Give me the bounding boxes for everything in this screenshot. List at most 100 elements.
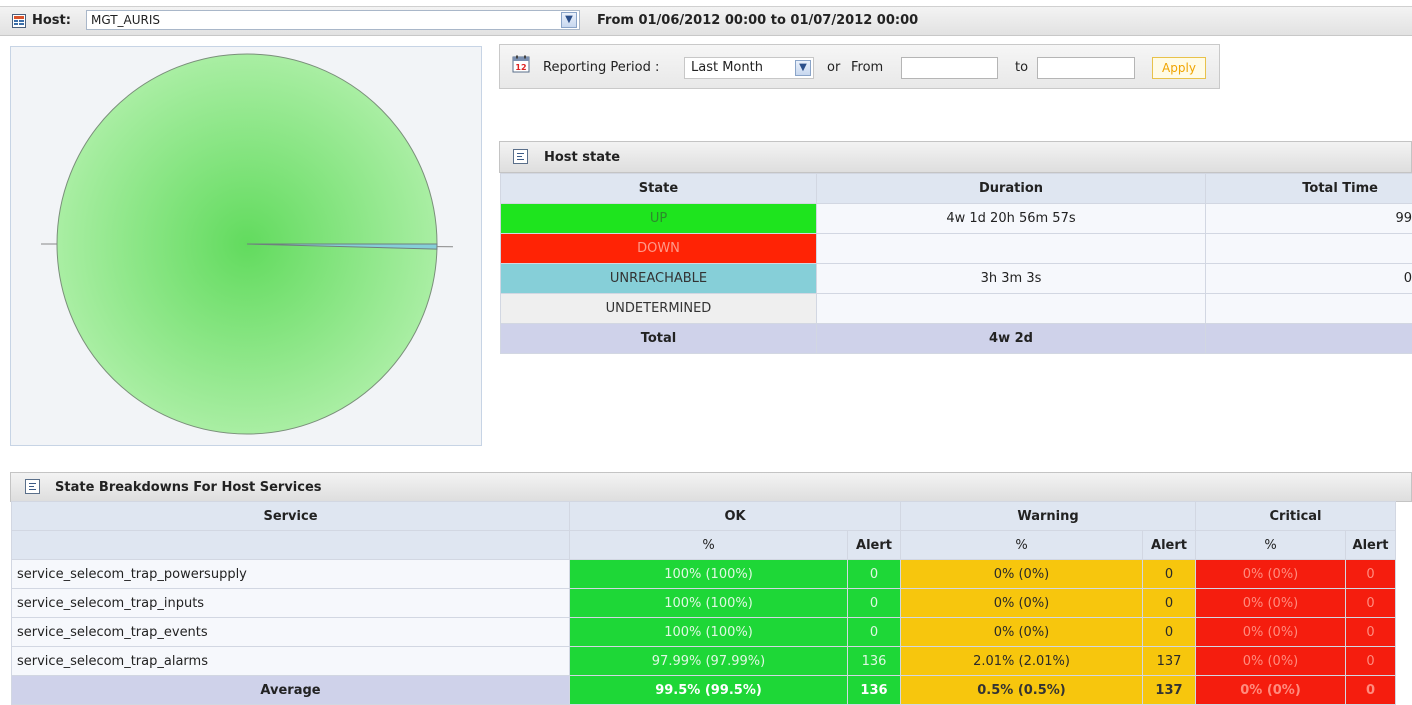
crit-pct: 0% (0%): [1196, 647, 1346, 676]
host-label: Host:: [32, 13, 71, 28]
service-row: service_selecom_trap_powersupply100% (10…: [12, 560, 1412, 589]
service-name: service_selecom_trap_events: [12, 618, 570, 647]
average-crit-pct: 0% (0%): [1196, 676, 1346, 705]
host-state-row: UNREACHABLE3h 3m 3s0: [501, 264, 1412, 294]
sub-header-row: % Alert % Alert % Alert: [12, 531, 1412, 560]
average-warn-alert: 137: [1143, 676, 1196, 705]
period-range-text: From 01/06/2012 00:00 to 01/07/2012 00:0…: [597, 13, 918, 28]
service-name: service_selecom_trap_inputs: [12, 589, 570, 618]
state-cell: UNDETERMINED: [501, 294, 817, 324]
ok-pct: 97.99% (97.99%): [570, 647, 848, 676]
sub-header-ok-alert: Alert: [848, 531, 901, 560]
state-cell: DOWN: [501, 234, 817, 264]
ok-pct: 100% (100%): [570, 589, 848, 618]
reporting-period-select[interactable]: Last Month ▼: [684, 57, 814, 79]
or-label: or: [827, 60, 840, 75]
to-date-input[interactable]: [1037, 57, 1135, 79]
total-time-cell: [1206, 234, 1412, 264]
state-cell: UNREACHABLE: [501, 264, 817, 294]
crit-pct: 0% (0%): [1196, 560, 1346, 589]
from-label: From: [851, 60, 883, 75]
host-state-row: UNDETERMINED: [501, 294, 1412, 324]
warn-alert: 0: [1143, 560, 1196, 589]
sub-header-warn-alert: Alert: [1143, 531, 1196, 560]
row-spacer: [1396, 676, 1412, 705]
average-ok-pct: 99.5% (99.5%): [570, 676, 848, 705]
svg-text:12: 12: [515, 63, 526, 72]
total-time-cell: [1206, 294, 1412, 324]
header-spacer: [1396, 531, 1412, 560]
sub-header-ok-pct: %: [570, 531, 848, 560]
total-time-cell: 99: [1206, 204, 1412, 234]
state-breakdowns-title: State Breakdowns For Host Services: [55, 480, 322, 495]
host-state-total-row: Total 4w 2d: [501, 324, 1412, 354]
warn-alert: 0: [1143, 618, 1196, 647]
total-label: Total: [501, 324, 817, 354]
crit-alert: 0: [1346, 560, 1396, 589]
host-toolbar: Host: MGT_AURIS ▼ From 01/06/2012 00:00 …: [0, 6, 1412, 36]
reporting-period-value: Last Month: [691, 60, 763, 75]
sub-header-crit-alert: Alert: [1346, 531, 1396, 560]
ok-alert: 0: [848, 618, 901, 647]
host-state-pie-panel: [10, 46, 482, 446]
report-icon: [12, 14, 26, 28]
service-name: service_selecom_trap_alarms: [12, 647, 570, 676]
host-state-header-row: State Duration Total Time: [501, 174, 1412, 204]
total-time: [1206, 324, 1412, 354]
average-label: Average: [12, 676, 570, 705]
row-spacer: [1396, 589, 1412, 618]
chevron-down-icon[interactable]: ▼: [561, 12, 577, 28]
service-row: service_selecom_trap_events100% (100%)00…: [12, 618, 1412, 647]
ok-alert: 0: [848, 589, 901, 618]
calendar-icon: 12: [512, 55, 530, 73]
service-name: service_selecom_trap_powersupply: [12, 560, 570, 589]
ok-pct: 100% (100%): [570, 560, 848, 589]
sub-header-warn-pct: %: [901, 531, 1143, 560]
warn-pct: 2.01% (2.01%): [901, 647, 1143, 676]
reporting-period-bar: 12 Reporting Period : Last Month ▼ or Fr…: [499, 44, 1220, 89]
row-spacer: [1396, 618, 1412, 647]
average-row: Average 99.5% (99.5%) 136 0.5% (0.5%) 13…: [12, 676, 1412, 705]
warn-pct: 0% (0%): [901, 589, 1143, 618]
ok-alert: 136: [848, 647, 901, 676]
column-header-total-time: Total Time: [1206, 174, 1412, 204]
host-state-header: Host state: [499, 141, 1412, 173]
state-cell: UP: [501, 204, 817, 234]
document-icon: [513, 149, 528, 164]
warn-pct: 0% (0%): [901, 618, 1143, 647]
column-header-ok: OK: [570, 502, 901, 531]
row-spacer: [1396, 647, 1412, 676]
column-header-state: State: [501, 174, 817, 204]
sub-header-empty: [12, 531, 570, 560]
host-select[interactable]: MGT_AURIS ▼: [86, 10, 580, 30]
state-breakdowns-header: State Breakdowns For Host Services: [10, 472, 1412, 502]
ok-alert: 0: [848, 560, 901, 589]
sub-header-crit-pct: %: [1196, 531, 1346, 560]
column-header-critical: Critical: [1196, 502, 1396, 531]
warn-pct: 0% (0%): [901, 560, 1143, 589]
host-state-pie-chart: [11, 47, 483, 447]
duration-cell: 3h 3m 3s: [817, 264, 1206, 294]
column-header-duration: Duration: [817, 174, 1206, 204]
crit-alert: 0: [1346, 647, 1396, 676]
warn-alert: 0: [1143, 589, 1196, 618]
from-date-input[interactable]: [901, 57, 998, 79]
host-state-row: DOWN: [501, 234, 1412, 264]
to-label: to: [1015, 60, 1028, 75]
host-state-table: State Duration Total Time UP4w 1d 20h 56…: [500, 173, 1412, 354]
average-warn-pct: 0.5% (0.5%): [901, 676, 1143, 705]
group-header-row: Service OK Warning Critical: [12, 502, 1412, 531]
warn-alert: 137: [1143, 647, 1196, 676]
reporting-period-label: Reporting Period :: [543, 60, 659, 75]
total-time-cell: 0: [1206, 264, 1412, 294]
host-state-row: UP4w 1d 20h 56m 57s99: [501, 204, 1412, 234]
apply-button[interactable]: Apply: [1152, 57, 1206, 79]
duration-cell: [817, 294, 1206, 324]
chevron-down-icon[interactable]: ▼: [795, 60, 811, 76]
duration-cell: 4w 1d 20h 56m 57s: [817, 204, 1206, 234]
column-header-warning: Warning: [901, 502, 1196, 531]
service-row: service_selecom_trap_inputs100% (100%)00…: [12, 589, 1412, 618]
total-duration: 4w 2d: [817, 324, 1206, 354]
average-ok-alert: 136: [848, 676, 901, 705]
crit-pct: 0% (0%): [1196, 618, 1346, 647]
